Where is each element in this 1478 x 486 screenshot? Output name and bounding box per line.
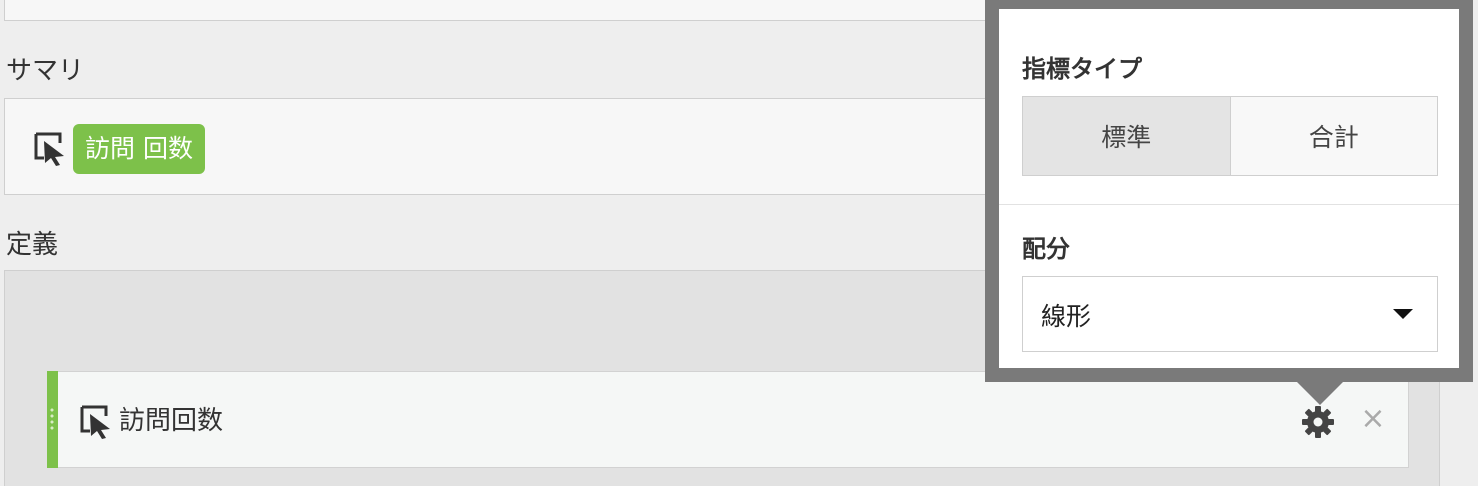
chevron-down-icon: [1393, 309, 1413, 319]
summary-box: 訪問 回数: [4, 98, 1114, 195]
metric-builder-page: サマリ 訪問 回数 定義 訪問回数 × 指標タイプ 標準 合計 配分 線形: [0, 0, 1478, 486]
metric-type-standard-button[interactable]: 標準: [1023, 97, 1231, 175]
summary-metric-pill[interactable]: 訪問 回数: [73, 124, 205, 174]
drag-handle[interactable]: [50, 407, 54, 431]
attribution-dropdown-value: 線形: [1041, 302, 1092, 331]
metric-type-heading: 指標タイプ: [1022, 55, 1142, 83]
row-accent-bar: [47, 371, 58, 468]
popover-arrow: [1296, 381, 1344, 405]
definition-section-label: 定義: [6, 230, 59, 260]
metric-type-total-button[interactable]: 合計: [1230, 97, 1437, 175]
metric-type-segmented-control: 標準 合計: [1022, 96, 1438, 176]
attribution-dropdown[interactable]: 線形: [1022, 276, 1438, 352]
cursor-select-icon: [34, 132, 64, 166]
summary-section-label: サマリ: [6, 56, 85, 86]
definition-metric-row[interactable]: 訪問回数 ×: [47, 371, 1409, 468]
attribution-heading: 配分: [1022, 235, 1070, 263]
definition-row-label: 訪問回数: [119, 406, 224, 436]
top-input-field[interactable]: [4, 0, 1104, 21]
cursor-select-icon: [80, 405, 110, 439]
gear-icon[interactable]: [1300, 404, 1336, 440]
popover-divider: [999, 204, 1459, 205]
close-icon[interactable]: ×: [1358, 402, 1388, 436]
metric-settings-popover: 指標タイプ 標準 合計 配分 線形: [985, 0, 1473, 382]
